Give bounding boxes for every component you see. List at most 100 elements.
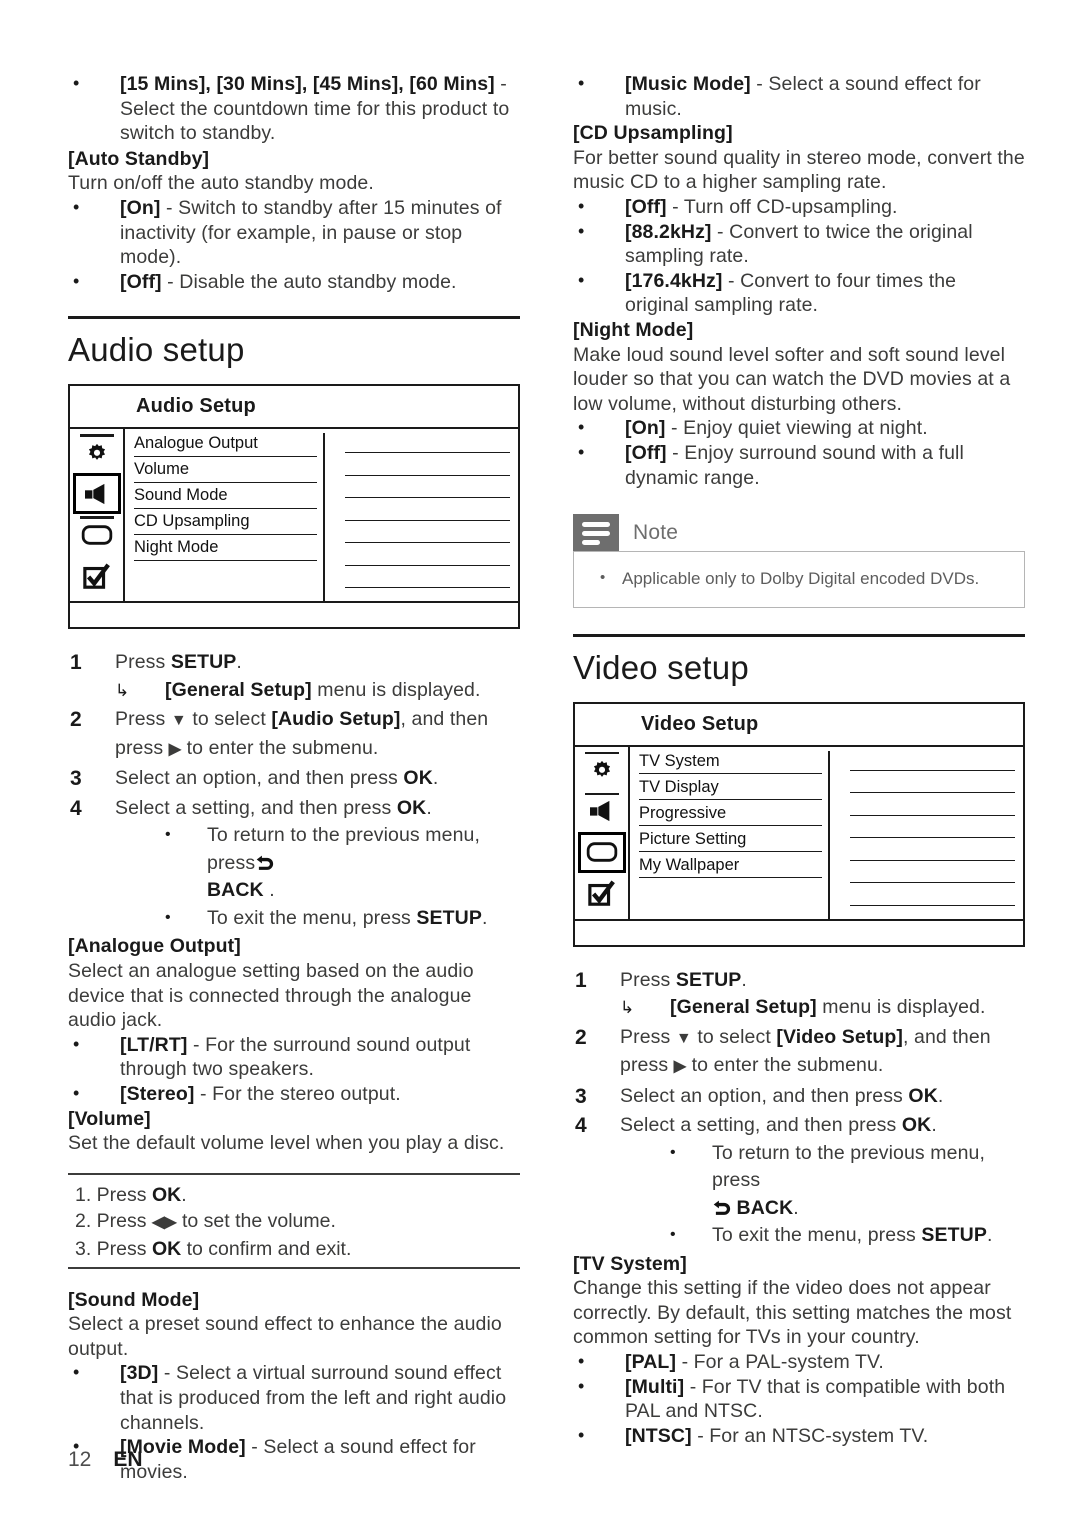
back-arrow-icon	[713, 1200, 731, 1215]
note-icon-bar	[582, 521, 610, 527]
osd-value-row	[345, 433, 510, 454]
bullet-icon: •	[578, 195, 585, 216]
osd-menu-item[interactable]: CD Upsampling	[134, 511, 317, 535]
step-text-post: .	[236, 651, 242, 674]
down-arrow-icon: ▼	[675, 1029, 692, 1047]
osd-columns: TV System TV Display Progressive Picture…	[630, 747, 1023, 919]
step-result-keyword: [General Setup]	[670, 996, 817, 1019]
note-icon-bar	[582, 539, 600, 545]
step-text-post: .	[426, 796, 432, 819]
video-setup-icon[interactable]	[577, 831, 626, 873]
bullet-icon: •	[578, 1424, 585, 1445]
osd-menu-item[interactable]: Picture Setting	[639, 829, 822, 853]
video-setup-steps: 1 Press SETUP. ↳ [General Setup] menu is…	[573, 967, 1025, 1250]
osd-option-list: Analogue Output Volume Sound Mode CD Ups…	[125, 433, 325, 602]
osd-menu-item[interactable]: My Wallpaper	[639, 855, 822, 879]
osd-value-row	[345, 568, 510, 589]
note-label: Note	[633, 521, 679, 545]
analogue-output-desc: Select an analogue setting based on the …	[68, 959, 474, 1032]
bullet-icon: •	[73, 196, 80, 217]
option-key: [176.4kHz]	[625, 269, 723, 292]
gear-icon	[88, 443, 105, 460]
osd-menu-item[interactable]: Analogue Output	[134, 433, 317, 457]
osd-value-row	[345, 456, 510, 476]
general-setup-icon[interactable]	[578, 750, 626, 791]
left-column: • [15 Mins], [30 Mins], [45 Mins], [60 M…	[68, 72, 520, 1484]
preferences-setup-icon[interactable]	[578, 873, 626, 914]
manual-page: • [15 Mins], [30 Mins], [45 Mins], [60 M…	[0, 0, 1080, 1527]
sub-bullet-keyword: SETUP	[416, 906, 482, 929]
bullet-icon: •	[578, 441, 585, 462]
option-key: [Music Mode]	[625, 73, 751, 95]
bullet-icon: •	[670, 1226, 676, 1244]
osd-menu-item[interactable]: TV System	[639, 751, 822, 775]
option-key: [Stereo]	[120, 1082, 195, 1105]
analogue-output-options: • [LT/RT] - For the surround sound outpu…	[68, 1033, 520, 1107]
step-sub-bullet: • To exit the menu, press SETUP.	[115, 905, 520, 933]
arrow-right-icon: ↳	[620, 998, 635, 1018]
volume-step-keyword: OK	[151, 1237, 182, 1260]
right-column: • [Music Mode] - Select a sound effect f…	[573, 72, 1025, 1448]
tv-icon	[81, 525, 112, 545]
volume-step: 1. Press OK.	[75, 1182, 520, 1208]
osd-menu-item[interactable]: TV Display	[639, 777, 822, 801]
osd-value-row	[850, 863, 1015, 884]
list-item: • [Music Mode] - Select a sound effect f…	[573, 72, 1025, 121]
bullet-icon: •	[600, 568, 606, 586]
bullet-icon: •	[73, 73, 80, 93]
video-setup-icon[interactable]	[73, 514, 121, 555]
option-key: [3D]	[120, 1362, 159, 1385]
checkbox-icon	[587, 880, 615, 906]
osd-menu-item[interactable]: Sound Mode	[134, 485, 317, 509]
step-tail: to enter the submenu.	[181, 736, 379, 759]
step-keyword: [Video Setup]	[776, 1025, 903, 1048]
option-text: - Switch to standby after 15 minutes of …	[120, 196, 502, 269]
step-sub-bullet: • To return to the previous menu, press …	[620, 1140, 1025, 1223]
step-keyword: OK	[908, 1084, 938, 1107]
cd-upsampling-desc: For better sound quality in stereo mode,…	[573, 146, 1025, 194]
option-key: [NTSC]	[625, 1424, 692, 1447]
option-text: - Turn off CD-upsampling.	[666, 195, 898, 218]
general-setup-icon[interactable]	[73, 432, 121, 473]
tv-system-term: [TV System]	[573, 1252, 687, 1275]
step-keyword: SETUP	[675, 968, 742, 991]
auto-standby-term: [Auto Standby]	[68, 147, 210, 170]
step-sub-bullet: • To return to the previous menu, press …	[115, 822, 520, 905]
osd-menu-item[interactable]: Progressive	[639, 803, 822, 827]
osd-title-text: Audio Setup	[136, 395, 256, 418]
list-item: • [Off] - Enjoy surround sound with a fu…	[573, 441, 1025, 490]
volume-steps-bottom-rule	[68, 1266, 520, 1269]
list-item: • [88.2kHz] - Convert to twice the origi…	[573, 220, 1025, 269]
icon-top-rule	[79, 516, 114, 519]
step-text-post: .	[931, 1114, 937, 1137]
bullet-icon: •	[670, 1143, 676, 1161]
preferences-setup-icon[interactable]	[73, 555, 121, 596]
osd-menu-item[interactable]: Night Mode	[134, 537, 317, 561]
right-arrow-icon: ▶	[168, 740, 182, 758]
audio-setup-icon[interactable]	[578, 791, 626, 832]
page-language: EN	[113, 1448, 143, 1471]
option-key: [On]	[120, 196, 161, 219]
step-item: 4 Select a setting, and then press OK. •…	[68, 795, 520, 933]
option-text: - Select a virtual surround sound effect…	[120, 1362, 507, 1434]
audio-setup-icon[interactable]	[72, 473, 121, 515]
osd-value-list	[325, 433, 518, 601]
standby-timer-list: • [15 Mins], [30 Mins], [45 Mins], [60 M…	[68, 72, 520, 146]
step-item: 2 Press ▼ to select [Video Setup], and t…	[573, 1024, 1025, 1081]
osd-footer-bar	[70, 601, 518, 627]
sub-bullet-keyword: BACK	[207, 879, 264, 902]
page-title-audio-setup: Audio setup	[68, 331, 245, 369]
osd-menu-item[interactable]: Volume	[134, 459, 317, 483]
sub-bullet-post: .	[793, 1196, 799, 1219]
step-tail: to enter the submenu.	[686, 1054, 884, 1077]
bullet-icon: •	[578, 417, 585, 438]
step-text-post: .	[937, 1084, 944, 1107]
section-divider	[68, 316, 520, 320]
osd-value-row	[850, 886, 1015, 906]
step-keyword: OK	[396, 796, 427, 819]
sub-bullet-text: To return to the previous menu, press	[207, 824, 480, 874]
note-icon-bar	[582, 530, 610, 536]
step-number: 4	[70, 796, 82, 820]
audio-setup-osd: Audio Setup Analogue Output Volume Sound…	[68, 384, 520, 630]
sub-bullet-keyword: SETUP	[921, 1224, 987, 1247]
